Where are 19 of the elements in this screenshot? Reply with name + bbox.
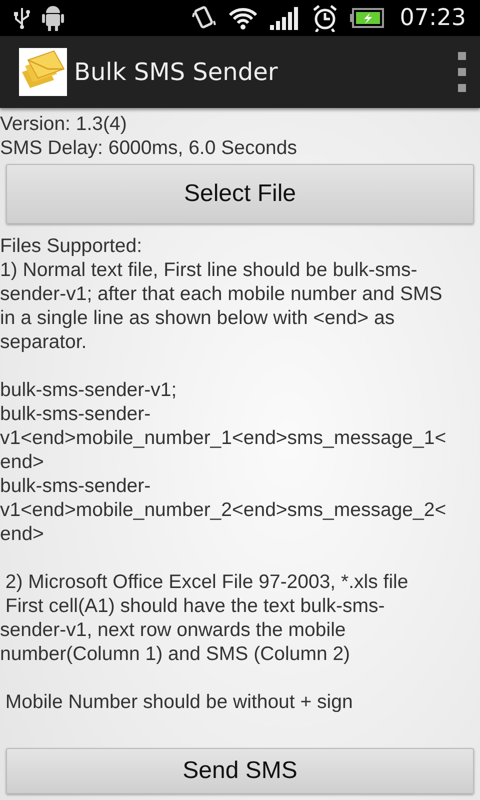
select-file-button[interactable]: Select File: [6, 164, 474, 224]
overflow-menu-icon[interactable]: [458, 52, 468, 92]
wifi-icon: [228, 6, 258, 30]
instruction-text: bulk-sms-sender-v1; bulk-sms-sender- v1<end>mobile_number_1<end>sms_message_1< end> bulk-sms-sender- v1<end>mobile_number_2<end>sms_message_2< end>: [0, 378, 446, 546]
envelope-icon: [19, 48, 67, 96]
clock-time: 07:23: [400, 5, 466, 31]
instruction-text: Mobile Number should be without + sign: [4, 690, 353, 714]
app-title: Bulk SMS Sender: [74, 58, 279, 86]
info-text: Version: 1.3(4): [0, 112, 127, 136]
signal-icon: [270, 6, 300, 30]
android-icon: [42, 5, 64, 31]
battery-charging-icon: [350, 8, 384, 28]
instruction-text: Files Supported: 1) Normal text file, First line should be bulk-sms- sender-v1; after that each mobile number and SMS in a single line as shown below with <end> as separator.: [0, 234, 442, 354]
instruction-text: 2) Microsoft Office Excel File 97-2003, *.xls file First cell(A1) should have the text bulk-sms- sender-v1, next row onwards the mobile number(Column 1) and SMS (Column 2): [0, 570, 408, 666]
vibrate-icon: [192, 5, 216, 31]
send-sms-button[interactable]: Send SMS: [6, 748, 474, 794]
info-text: SMS Delay: 6000ms, 6.0 Seconds: [0, 136, 297, 160]
alarm-clock-icon: [312, 4, 338, 32]
usb-icon: [14, 6, 30, 30]
